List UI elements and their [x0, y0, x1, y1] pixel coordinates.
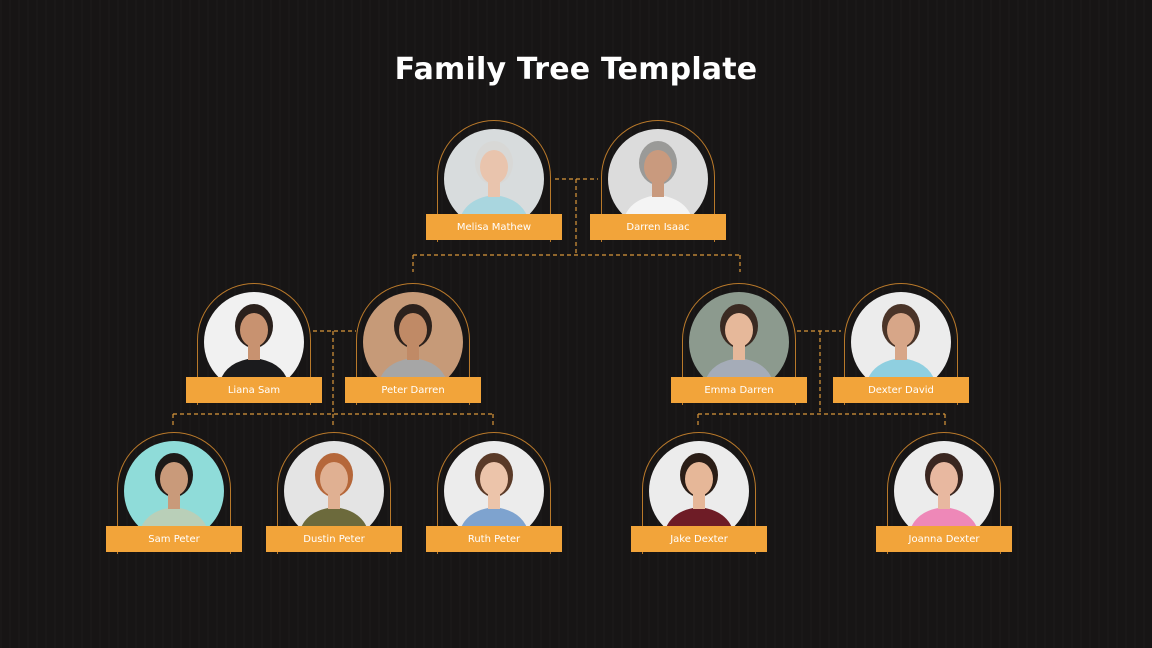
face-shape	[320, 462, 348, 496]
member-card-joanna[interactable]: Joanna Dexter	[876, 432, 1012, 572]
name-label: Joanna Dexter	[876, 526, 1012, 552]
member-card-ruth[interactable]: Ruth Peter	[426, 432, 562, 572]
name-label: Dustin Peter	[266, 526, 402, 552]
member-card-peter[interactable]: Peter Darren	[345, 283, 481, 423]
face-shape	[480, 462, 508, 496]
face-shape	[399, 313, 427, 347]
member-card-jake[interactable]: Jake Dexter	[631, 432, 767, 572]
face-shape	[480, 150, 508, 184]
member-card-sam[interactable]: Sam Peter	[106, 432, 242, 572]
name-label: Ruth Peter	[426, 526, 562, 552]
name-label: Sam Peter	[106, 526, 242, 552]
name-label: Emma Darren	[671, 377, 807, 403]
face-shape	[685, 462, 713, 496]
face-shape	[887, 313, 915, 347]
name-label: Jake Dexter	[631, 526, 767, 552]
member-card-liana[interactable]: Liana Sam	[186, 283, 322, 423]
face-shape	[930, 462, 958, 496]
name-label: Darren Isaac	[590, 214, 726, 240]
name-label: Melisa Mathew	[426, 214, 562, 240]
member-card-melisa[interactable]: Melisa Mathew	[426, 120, 562, 260]
face-shape	[644, 150, 672, 184]
name-label: Peter Darren	[345, 377, 481, 403]
member-card-dexter[interactable]: Dexter David	[833, 283, 969, 423]
member-card-emma[interactable]: Emma Darren	[671, 283, 807, 423]
member-card-darren[interactable]: Darren Isaac	[590, 120, 726, 260]
face-shape	[160, 462, 188, 496]
member-card-dustin[interactable]: Dustin Peter	[266, 432, 402, 572]
name-label: Dexter David	[833, 377, 969, 403]
face-shape	[240, 313, 268, 347]
face-shape	[725, 313, 753, 347]
name-label: Liana Sam	[186, 377, 322, 403]
